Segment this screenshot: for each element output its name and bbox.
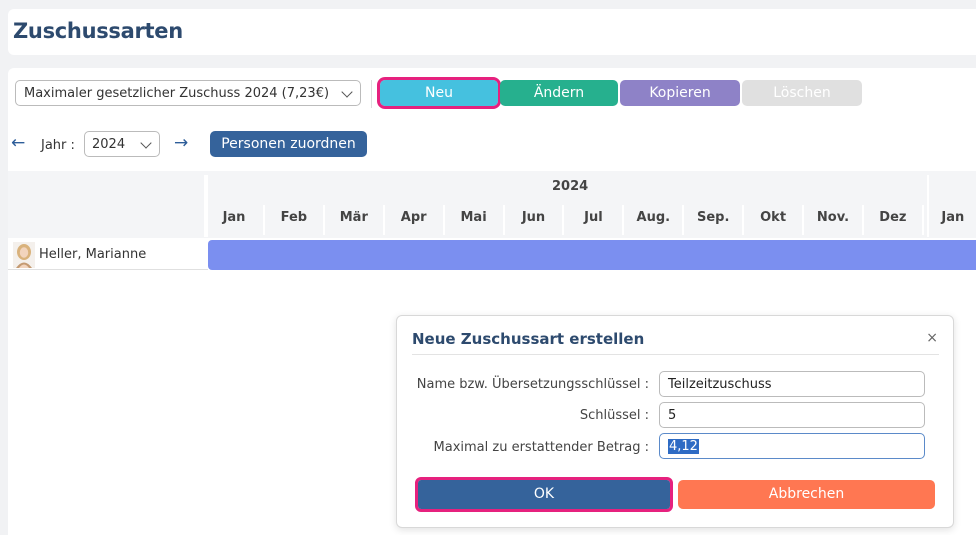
name-field-value: Teilzeitzuschuss (668, 377, 772, 392)
key-field-label: Schlüssel : (579, 408, 649, 423)
delete-button[interactable]: Löschen (742, 80, 862, 106)
table-row[interactable]: Heller, Marianne (8, 240, 976, 270)
month-divider (262, 205, 265, 235)
key-field-value: 5 (668, 408, 677, 423)
assign-persons-button[interactable]: Personen zuordnen (210, 131, 367, 157)
month-header: Okt (760, 210, 787, 225)
page-header: Zuschussarten (8, 9, 976, 55)
month-header: Feb (280, 210, 308, 225)
month-divider (322, 205, 325, 235)
month-header: Jan (941, 210, 965, 225)
arrow-right-icon[interactable]: → (174, 133, 188, 153)
month-header: Dez (879, 210, 907, 225)
month-header: Jul (584, 210, 603, 225)
create-subsidy-dialog: Neue Zuschussart erstellen × Name bzw. Ü… (396, 315, 954, 528)
toolbar-divider (371, 80, 372, 108)
month-header: Nov. (816, 210, 850, 225)
month-header: Mär (339, 210, 368, 225)
chevron-down-icon (140, 137, 152, 149)
year-select[interactable]: 2024 (84, 131, 160, 157)
arrow-left-icon[interactable]: ← (11, 133, 25, 153)
month-divider (622, 205, 625, 235)
month-divider (861, 205, 864, 235)
month-header: Apr (400, 210, 427, 225)
subsidy-type-select[interactable]: Maximaler gesetzlicher Zuschuss 2024 (7,… (15, 80, 361, 106)
key-field[interactable]: 5 (659, 402, 925, 428)
edit-button[interactable]: Ändern (500, 80, 618, 106)
chevron-down-icon (341, 86, 353, 98)
month-divider (442, 205, 445, 235)
month-divider (921, 205, 924, 235)
amount-field-value: 4,12 (668, 439, 699, 454)
month-divider (382, 205, 385, 235)
page-title: Zuschussarten (13, 19, 183, 43)
person-name: Heller, Marianne (39, 247, 147, 262)
name-field-label: Name bzw. Übersetzungsschlüssel : (416, 377, 649, 392)
new-button[interactable]: Neu (377, 77, 501, 109)
timeline-year: 2024 (552, 179, 589, 194)
dialog-divider (412, 354, 939, 355)
month-divider (502, 205, 505, 235)
month-divider (682, 205, 685, 235)
year-label: Jahr : (41, 138, 75, 153)
cancel-button[interactable]: Abbrechen (678, 480, 935, 509)
amount-field[interactable]: 4,12 (659, 433, 925, 459)
copy-button[interactable]: Kopieren (620, 80, 740, 106)
month-divider (802, 205, 804, 235)
close-icon[interactable]: × (926, 330, 938, 346)
avatar (13, 242, 35, 268)
subsidy-type-select-value: Maximaler gesetzlicher Zuschuss 2024 (7,… (24, 86, 330, 101)
month-header: Jun (521, 210, 546, 225)
month-divider (562, 205, 565, 235)
month-header: Mai (460, 210, 487, 225)
month-divider (742, 205, 745, 235)
row-divider (8, 269, 208, 270)
year-select-value: 2024 (92, 137, 126, 152)
name-field[interactable]: Teilzeitzuschuss (659, 371, 925, 397)
timeline-header: 2024 Jan Feb Mär Apr Mai Jun Jul Aug. Sep. Okt Nov… (8, 171, 976, 238)
ok-button[interactable]: OK (415, 477, 673, 512)
month-header: Jan (222, 210, 246, 225)
subsidy-period-bar[interactable] (208, 240, 976, 270)
month-header: Aug. (636, 210, 671, 225)
month-header: Sep. (696, 210, 730, 225)
amount-field-label: Maximal zu erstattender Betrag : (433, 440, 649, 455)
dialog-title: Neue Zuschussart erstellen (412, 330, 645, 348)
